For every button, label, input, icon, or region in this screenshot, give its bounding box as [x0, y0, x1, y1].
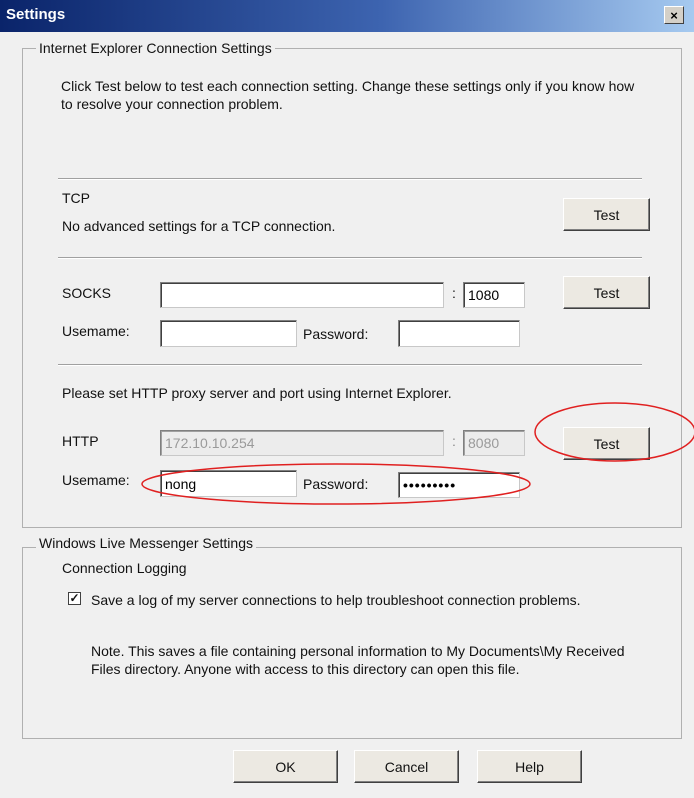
- http-password-input[interactable]: [398, 472, 520, 498]
- socks-username-label: Usemame:: [62, 323, 130, 339]
- ie-settings-legend: Internet Explorer Connection Settings: [36, 40, 275, 56]
- help-button[interactable]: Help: [477, 750, 582, 783]
- divider-tcp: [58, 257, 642, 259]
- tcp-note: No advanced settings for a TCP connectio…: [62, 218, 336, 234]
- socks-label: SOCKS: [62, 285, 112, 301]
- http-server-input[interactable]: [160, 430, 444, 456]
- divider-top: [58, 178, 642, 180]
- title-bar: Settings ×: [0, 0, 694, 32]
- log-connections-checkbox[interactable]: ✓: [68, 592, 81, 605]
- divider-socks: [58, 364, 642, 366]
- tcp-test-button[interactable]: Test: [563, 198, 650, 231]
- socks-port-input[interactable]: [463, 282, 525, 308]
- http-username-input[interactable]: [160, 470, 297, 497]
- tcp-label: TCP: [62, 190, 90, 206]
- http-username-label: Usemame:: [62, 472, 130, 488]
- window-title: Settings: [6, 6, 66, 23]
- http-password-label: Password:: [303, 476, 369, 492]
- cancel-button[interactable]: Cancel: [354, 750, 459, 783]
- socks-password-label: Password:: [303, 326, 369, 342]
- ok-button[interactable]: OK: [233, 750, 338, 783]
- checkmark-icon: ✓: [69, 591, 80, 605]
- socks-password-input[interactable]: [398, 320, 520, 347]
- http-port-input[interactable]: [463, 430, 525, 456]
- wlm-note: Note. This saves a file containing perso…: [91, 643, 625, 677]
- wlm-settings-legend: Windows Live Messenger Settings: [36, 535, 256, 551]
- close-icon: ×: [670, 8, 678, 23]
- socks-server-input[interactable]: [160, 282, 444, 308]
- log-connections-label: Save a log of my server connections to h…: [91, 592, 581, 608]
- connection-logging-title: Connection Logging: [62, 560, 187, 576]
- close-button[interactable]: ×: [664, 6, 684, 24]
- socks-test-button[interactable]: Test: [563, 276, 650, 309]
- http-label: HTTP: [62, 433, 99, 449]
- http-test-button[interactable]: Test: [563, 427, 650, 460]
- socks-port-separator: :: [452, 285, 456, 301]
- http-port-separator: :: [452, 433, 456, 449]
- ie-description: Click Test below to test each connection…: [61, 78, 635, 112]
- http-note: Please set HTTP proxy server and port us…: [62, 385, 452, 401]
- socks-username-input[interactable]: [160, 320, 297, 347]
